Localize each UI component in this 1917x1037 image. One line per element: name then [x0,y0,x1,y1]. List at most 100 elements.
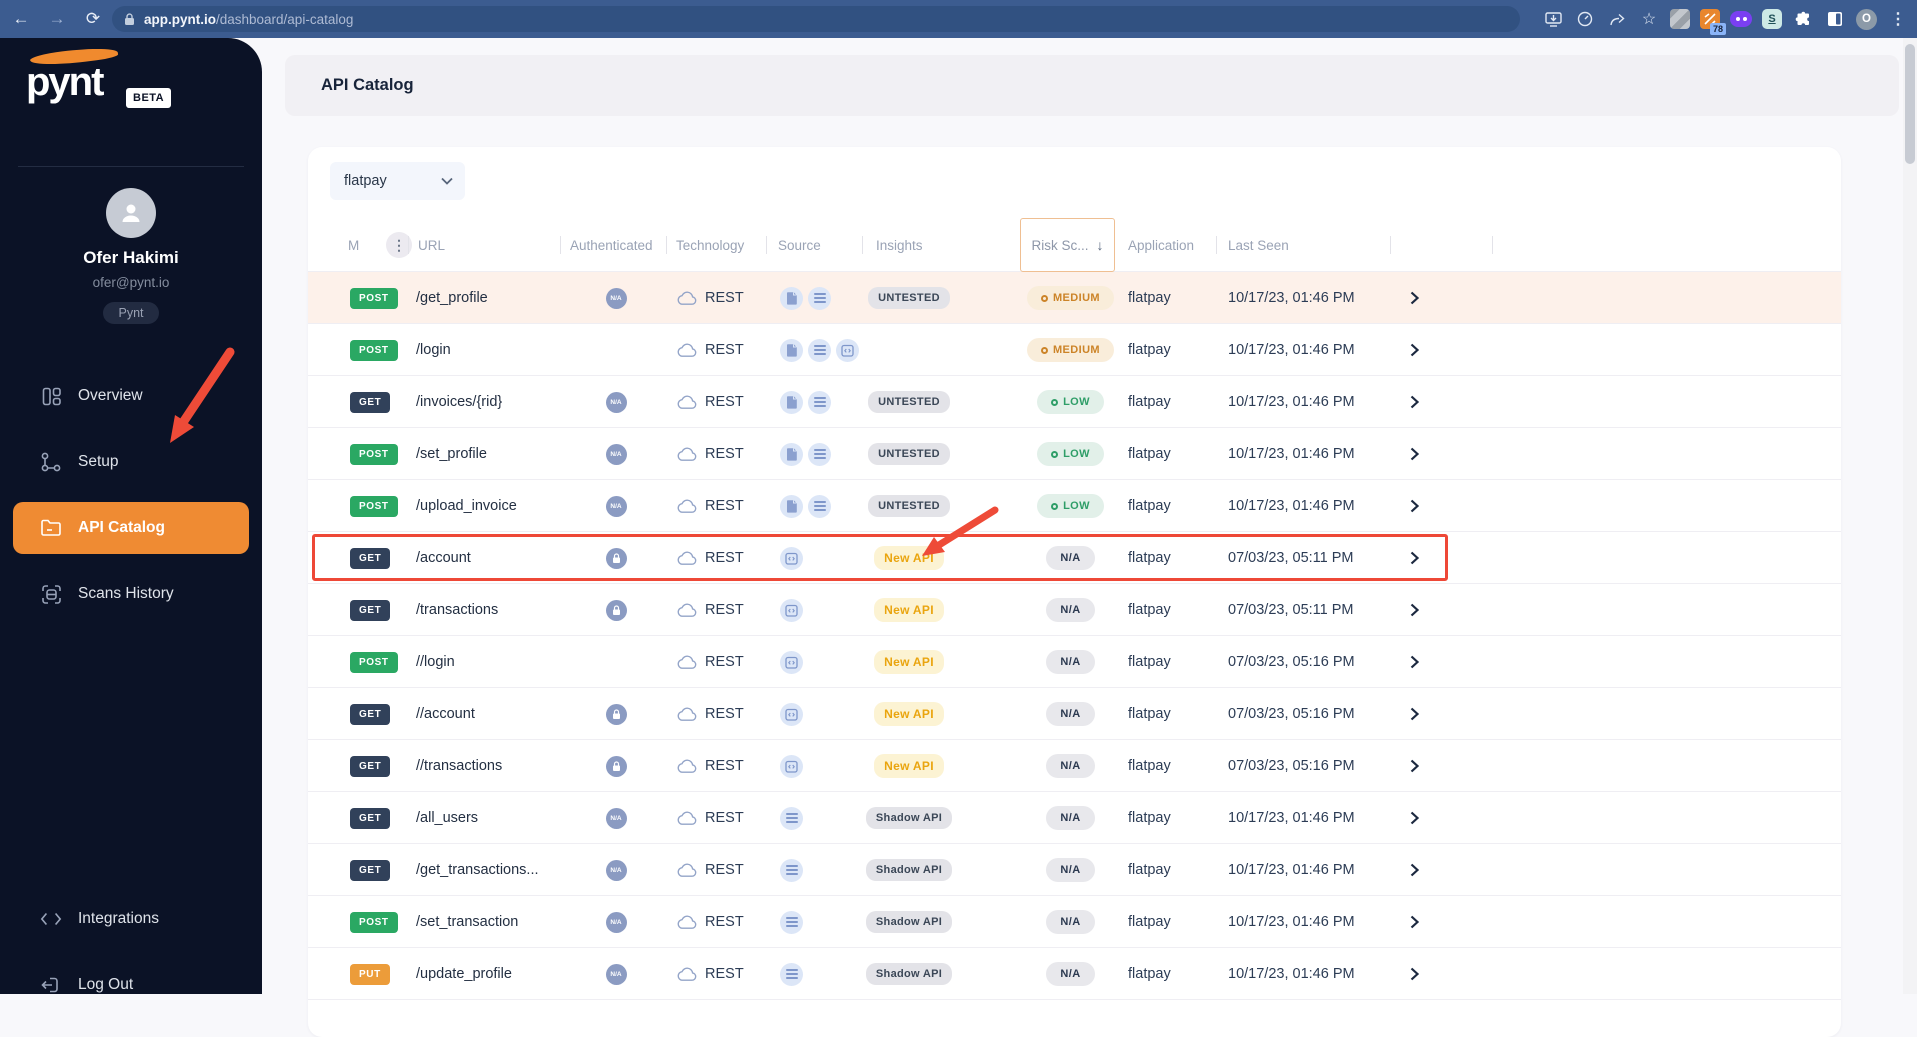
application-cell: flatpay [1128,810,1171,826]
browser-menu-dots-icon[interactable]: ⋮ [1887,8,1909,30]
table-row--all-users[interactable]: GET/all_users N/A REST Shadow API N/A flatpay… [308,792,1841,844]
sidebar-item-setup[interactable]: Setup [0,436,262,488]
folder-icon [40,517,62,539]
row-expand-chevron-icon[interactable] [1402,272,1426,324]
last-seen-cell: 10/17/23, 01:46 PM [1228,810,1355,826]
table-row--account[interactable]: GET/account REST New API N/A flatpay 07/03/23… [308,532,1841,584]
split-screen-icon[interactable] [1824,8,1846,30]
risk-score-badge: N/A [1046,858,1095,882]
insights-badge: New API [874,754,944,778]
performance-icon[interactable] [1574,8,1596,30]
row-expand-chevron-icon[interactable] [1402,584,1426,636]
sort-descending-arrow-icon: ↓ [1096,237,1104,253]
source-code-icon [780,702,803,726]
browser-reload-button[interactable]: ⟳ [78,4,108,34]
source-code-icon [780,650,803,674]
extensions-puzzle-icon[interactable] [1792,8,1814,30]
sidebar: pynt BETA Ofer Hakimi ofer@pynt.io Pynt … [0,38,262,994]
browser-back-button[interactable]: ← [6,4,36,34]
url-cell: /update_profile [416,966,512,982]
user-avatar-icon [106,188,156,238]
auth-na-badge: N/A [605,807,627,829]
row-expand-chevron-icon[interactable] [1402,376,1426,428]
bookmark-star-icon[interactable]: ☆ [1638,8,1660,30]
row-expand-chevron-icon[interactable] [1402,896,1426,948]
table-row--login[interactable]: POST //login REST New API N/A flatpay 07/03/23… [308,636,1841,688]
extension-purple-icon[interactable] [1730,11,1752,27]
row-expand-chevron-icon[interactable] [1402,636,1426,688]
application-selector[interactable]: flatpay [330,162,465,200]
browser-profile-avatar[interactable]: O [1856,8,1877,30]
last-seen-cell: 07/03/23, 05:16 PM [1228,758,1355,774]
row-expand-chevron-icon[interactable] [1402,740,1426,792]
sidebar-item-log-out[interactable]: Log Out [0,959,262,1011]
url-bar[interactable]: app.pynt.io/dashboard/api-catalog [112,6,1520,32]
row-expand-chevron-icon[interactable] [1402,688,1426,740]
insights-badge: New API [874,650,944,674]
source-document-icon [780,286,803,310]
table-row--set-profile[interactable]: POST/set_profile N/A REST UNTESTED LOW flatpa… [308,428,1841,480]
technology-label: REST [705,758,744,774]
browser-forward-button[interactable]: → [42,4,72,34]
auth-lock-icon [605,547,627,569]
technology-label: REST [705,706,744,722]
share-icon[interactable] [1606,8,1628,30]
sidebar-item-integrations[interactable]: Integrations [0,893,262,945]
table-row--get-profile[interactable]: POST/get_profile N/A REST UNTESTED MEDIUM fla… [308,272,1841,324]
risk-score-badge: N/A [1046,910,1095,934]
table-row--transactions[interactable]: GET //transactions REST New API N/A flatpay 07… [308,740,1841,792]
table-header-technology[interactable]: Technology [676,218,744,272]
table-header-risk-score-sort[interactable]: Risk Sc... ↓ [1020,218,1115,272]
last-seen-cell: 10/17/23, 01:46 PM [1228,914,1355,930]
sidebar-item-overview[interactable]: Overview [0,370,262,422]
risk-score-badge: LOW [1037,442,1104,466]
table-header-last-seen[interactable]: Last Seen [1228,218,1289,272]
row-expand-chevron-icon[interactable] [1402,844,1426,896]
extension-s-icon[interactable]: S [1762,9,1782,29]
table-row--invoices-rid-[interactable]: GET/invoices/{rid} N/A REST UNTESTED LOW flat… [308,376,1841,428]
source-document-icon [780,442,803,466]
page-scrollbar-thumb[interactable] [1905,44,1915,164]
cloud-icon [676,499,698,514]
table-header-url[interactable]: URL [418,218,445,272]
org-badge: Pynt [103,302,159,324]
row-expand-chevron-icon[interactable] [1402,532,1426,584]
last-seen-cell: 07/03/23, 05:11 PM [1228,602,1354,618]
table-row--account[interactable]: GET //account REST New API N/A flatpay 07/03/2… [308,688,1841,740]
risk-ring-icon [1051,450,1059,458]
table-row--get-transactions-[interactable]: GET/get_transactions... N/A REST Shadow API… [308,844,1841,896]
table-row--update-profile[interactable]: PUT/update_profile N/A REST Shadow API N/A fl… [308,948,1841,1000]
row-expand-chevron-icon[interactable] [1402,428,1426,480]
method-badge: GET [350,703,391,725]
row-expand-chevron-icon[interactable] [1402,948,1426,1000]
table-header-source[interactable]: Source [778,218,821,272]
table-row--login[interactable]: POST/login REST MEDIUM flatpay 10/17/23, 01:… [308,324,1841,376]
row-expand-chevron-icon[interactable] [1402,480,1426,532]
table-row--transactions[interactable]: GET/transactions REST New API N/A flatpay 07/… [308,584,1841,636]
page-header: API Catalog [285,55,1899,116]
last-seen-cell: 10/17/23, 01:46 PM [1228,966,1355,982]
sidebar-item-api-catalog[interactable]: API Catalog [13,502,249,554]
application-cell: flatpay [1128,914,1171,930]
install-icon[interactable] [1542,8,1564,30]
row-expand-chevron-icon[interactable] [1402,324,1426,376]
auth-na-badge: N/A [605,391,627,413]
table-header-application[interactable]: Application [1128,218,1194,272]
risk-score-badge: MEDIUM [1026,338,1114,362]
auth-lock-icon [605,755,627,777]
cloud-icon [676,343,698,358]
table-row--upload-invoice[interactable]: POST/upload_invoice N/A REST UNTESTED LOW fla… [308,480,1841,532]
source-list-icon [808,286,831,310]
last-seen-cell: 10/17/23, 01:46 PM [1228,394,1355,410]
url-cell: /set_transaction [416,914,519,930]
row-expand-chevron-icon[interactable] [1402,792,1426,844]
table-row--set-transaction[interactable]: POST/set_transaction N/A REST Shadow API N/A… [308,896,1841,948]
table-header-authenticated[interactable]: Authenticated [570,218,653,272]
extension-gray-icon[interactable] [1670,9,1690,29]
table-header-insights[interactable]: Insights [876,218,923,272]
table-header-method[interactable]: M [348,218,359,272]
sidebar-item-scans-history[interactable]: Scans History [0,568,262,620]
insights-badge: UNTESTED [868,495,950,517]
source-code-icon [780,546,803,570]
extension-orange-icon[interactable]: 78 [1700,9,1726,35]
